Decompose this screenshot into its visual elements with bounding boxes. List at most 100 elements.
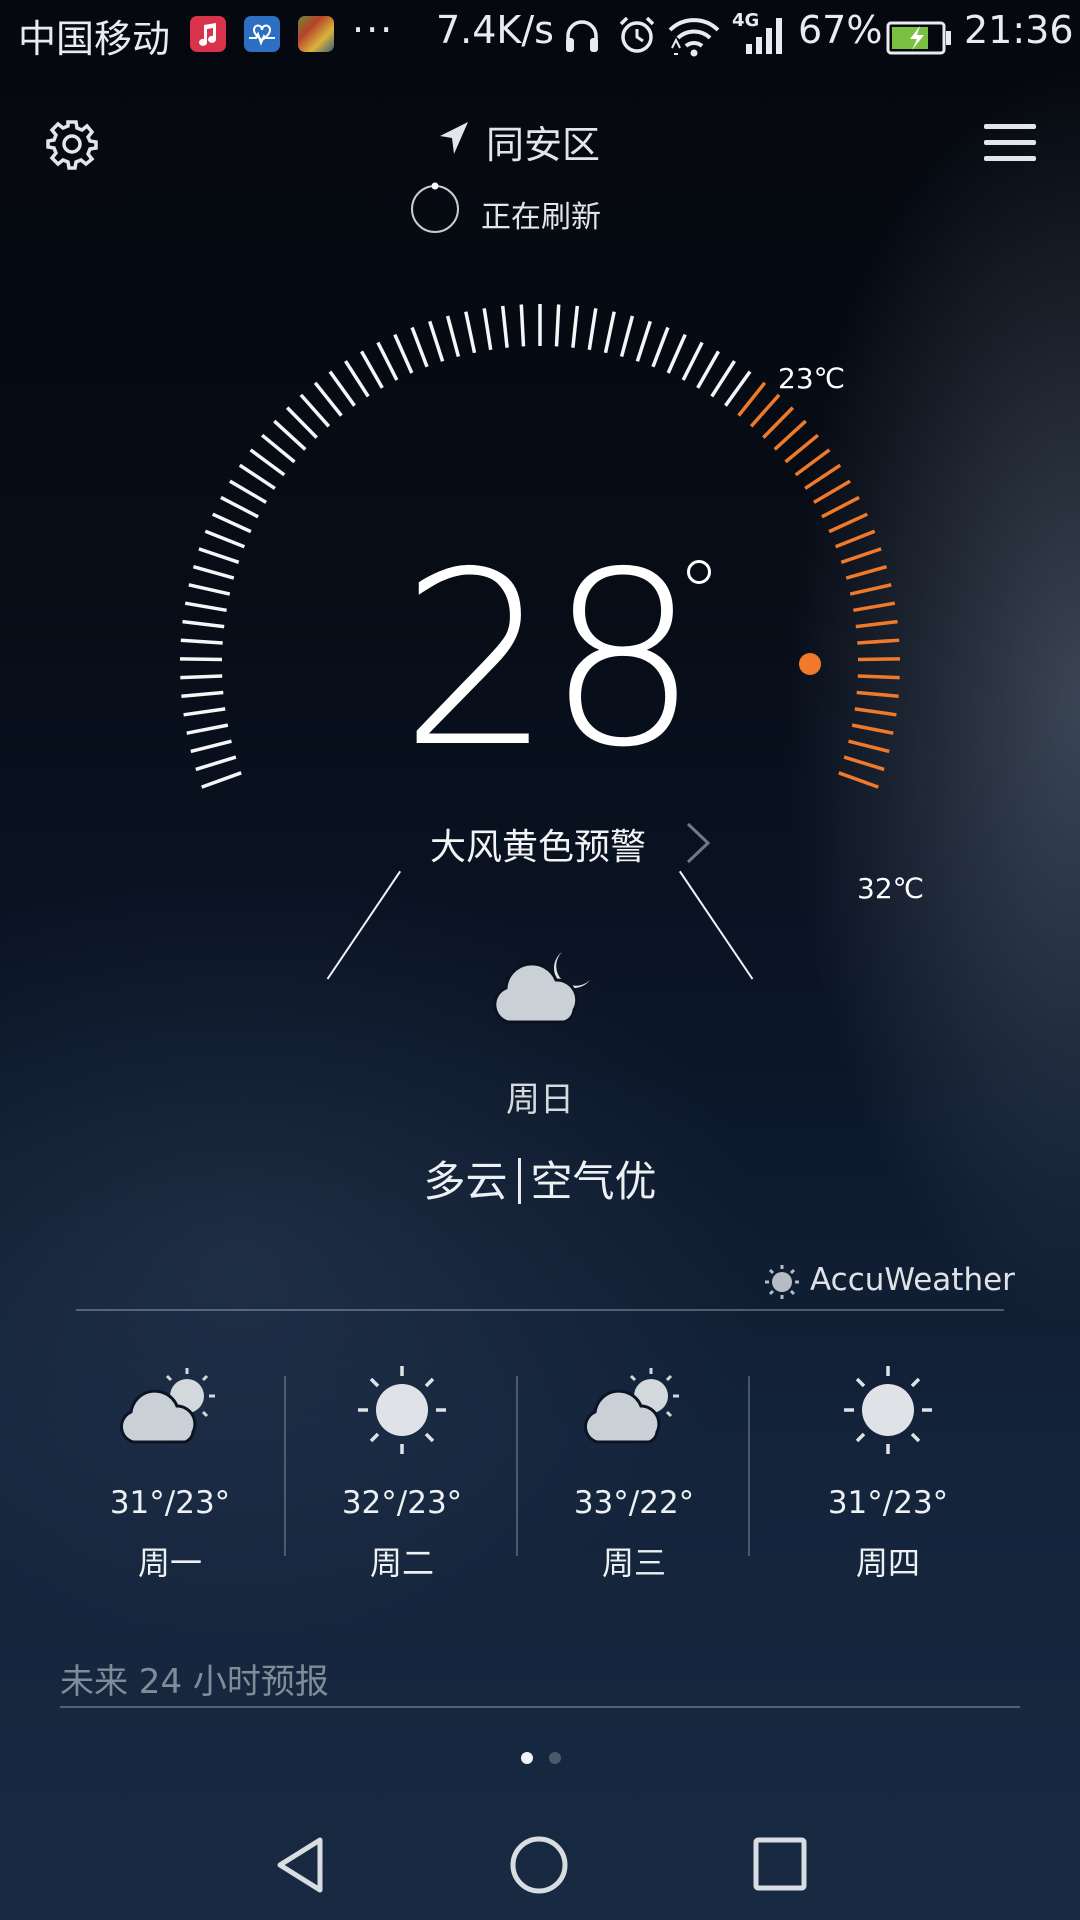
dial-tick-range	[737, 381, 767, 417]
dial-tick-range	[843, 755, 885, 772]
dial-tick-range	[834, 529, 876, 549]
page-indicator-active	[521, 1752, 533, 1764]
home-icon[interactable]	[508, 1834, 570, 1896]
dial-tick	[313, 381, 343, 417]
dial-tick	[428, 320, 445, 362]
page-indicator	[549, 1752, 561, 1764]
current-temp-marker	[799, 653, 821, 675]
dial-tick	[195, 755, 237, 772]
dial-tick	[571, 305, 580, 348]
cloudy-night-icon	[493, 952, 590, 1024]
dial-tick	[344, 360, 370, 398]
dial-tick	[635, 320, 652, 362]
dial-tick-range	[773, 419, 807, 451]
dial-tick	[482, 308, 493, 351]
back-icon[interactable]	[270, 1834, 330, 1896]
dial-tick	[299, 393, 331, 428]
forecast-divider	[748, 1376, 750, 1556]
hourly-forecast-title[interactable]: 未来 24 小时预报	[60, 1654, 329, 1703]
warning-label: 大风黄色预警	[430, 827, 647, 868]
dial-tick	[184, 601, 227, 613]
dial-tick-range	[857, 638, 900, 645]
dial-tick	[238, 463, 276, 490]
dial-tick-range	[856, 690, 899, 698]
dial-end-tick	[678, 870, 754, 980]
dial-tick-range	[848, 739, 890, 754]
dial-tick-range	[853, 601, 896, 613]
hourly-divider	[60, 1706, 1020, 1708]
dial-tick-range	[849, 583, 892, 596]
partly-cloudy-icon	[584, 1368, 679, 1444]
sunny-icon	[358, 1366, 446, 1454]
dial-tick-range	[857, 657, 901, 662]
dial-tick	[179, 657, 223, 662]
forecast-temps: 33°/22°	[573, 1485, 695, 1521]
sunny-icon	[844, 1366, 932, 1454]
dial-tick	[229, 479, 267, 504]
dial-tick	[619, 315, 635, 358]
dial-tick	[180, 674, 223, 680]
forecast-day-label: 周四	[855, 1544, 920, 1582]
forecast-day-3[interactable]: 33°/22° 周三	[518, 1360, 750, 1590]
dial-tick	[554, 304, 561, 347]
dial-tick	[500, 305, 509, 348]
low-temp-label: 23℃	[778, 362, 846, 395]
dial-tick-range	[854, 707, 897, 717]
dial-tick	[410, 326, 429, 368]
dial-tick	[188, 583, 231, 596]
forecast-temps: 31°/23°	[109, 1485, 231, 1521]
dial-tick	[201, 771, 242, 789]
dial-tick	[183, 707, 226, 717]
navigation-bar	[0, 1810, 1080, 1920]
dial-tick	[273, 419, 307, 451]
dial-tick	[186, 723, 229, 735]
dial-tick	[181, 690, 224, 698]
recents-icon[interactable]	[752, 1836, 808, 1892]
forecast-day-2[interactable]: 32°/23° 周二	[286, 1360, 518, 1590]
condition-row: 多云 空气优	[0, 1148, 1080, 1209]
dial-tick	[464, 311, 477, 354]
dial-tick	[220, 495, 259, 519]
dial-tick	[376, 341, 399, 381]
dial-tick-range	[749, 393, 781, 428]
dial-tick	[603, 311, 616, 354]
weekday-label: 周日	[506, 1080, 574, 1120]
dial-tick	[204, 529, 246, 549]
degree-symbol	[687, 560, 711, 584]
condition-label: 多云	[423, 1157, 508, 1206]
forecast-day-label: 周一	[137, 1544, 202, 1582]
dial-tick	[192, 565, 235, 580]
dial-tick	[651, 326, 670, 368]
dial-tick	[666, 333, 687, 374]
dial-tick	[710, 360, 736, 398]
dial-tick-range	[857, 674, 900, 680]
forecast-temps: 31°/23°	[827, 1485, 949, 1521]
forecast-day-label: 周三	[601, 1544, 666, 1582]
dial-tick	[260, 433, 296, 464]
dial-tick	[190, 739, 232, 754]
dial-tick-range	[813, 479, 851, 504]
dial-tick	[445, 315, 461, 358]
dial-tick	[285, 406, 318, 439]
dial-end-tick	[326, 870, 402, 980]
dial-tick-range	[840, 547, 882, 564]
dial-tick	[393, 333, 414, 374]
chevron-right-icon	[686, 822, 711, 864]
current-temperature: 28	[400, 520, 699, 800]
dial-tick	[519, 304, 526, 347]
dial-tick	[328, 370, 356, 407]
dial-tick-range	[838, 771, 879, 789]
dial-tick-range	[821, 495, 860, 519]
partly-cloudy-icon	[120, 1368, 215, 1444]
forecast-day-1[interactable]: 31°/23° 周一	[54, 1360, 286, 1590]
dial-tick	[198, 547, 240, 564]
dial-tick-range	[804, 463, 842, 490]
forecast-day-4[interactable]: 31°/23° 周四	[772, 1360, 1004, 1590]
forecast-temps: 32°/23°	[341, 1485, 463, 1521]
dial-tick	[359, 350, 384, 389]
dial-tick-range	[845, 565, 888, 580]
air-quality-label[interactable]: 空气优	[531, 1157, 657, 1206]
dial-tick	[211, 512, 252, 534]
high-temp-label: 32℃	[857, 872, 925, 905]
sun-icon	[765, 1265, 799, 1299]
